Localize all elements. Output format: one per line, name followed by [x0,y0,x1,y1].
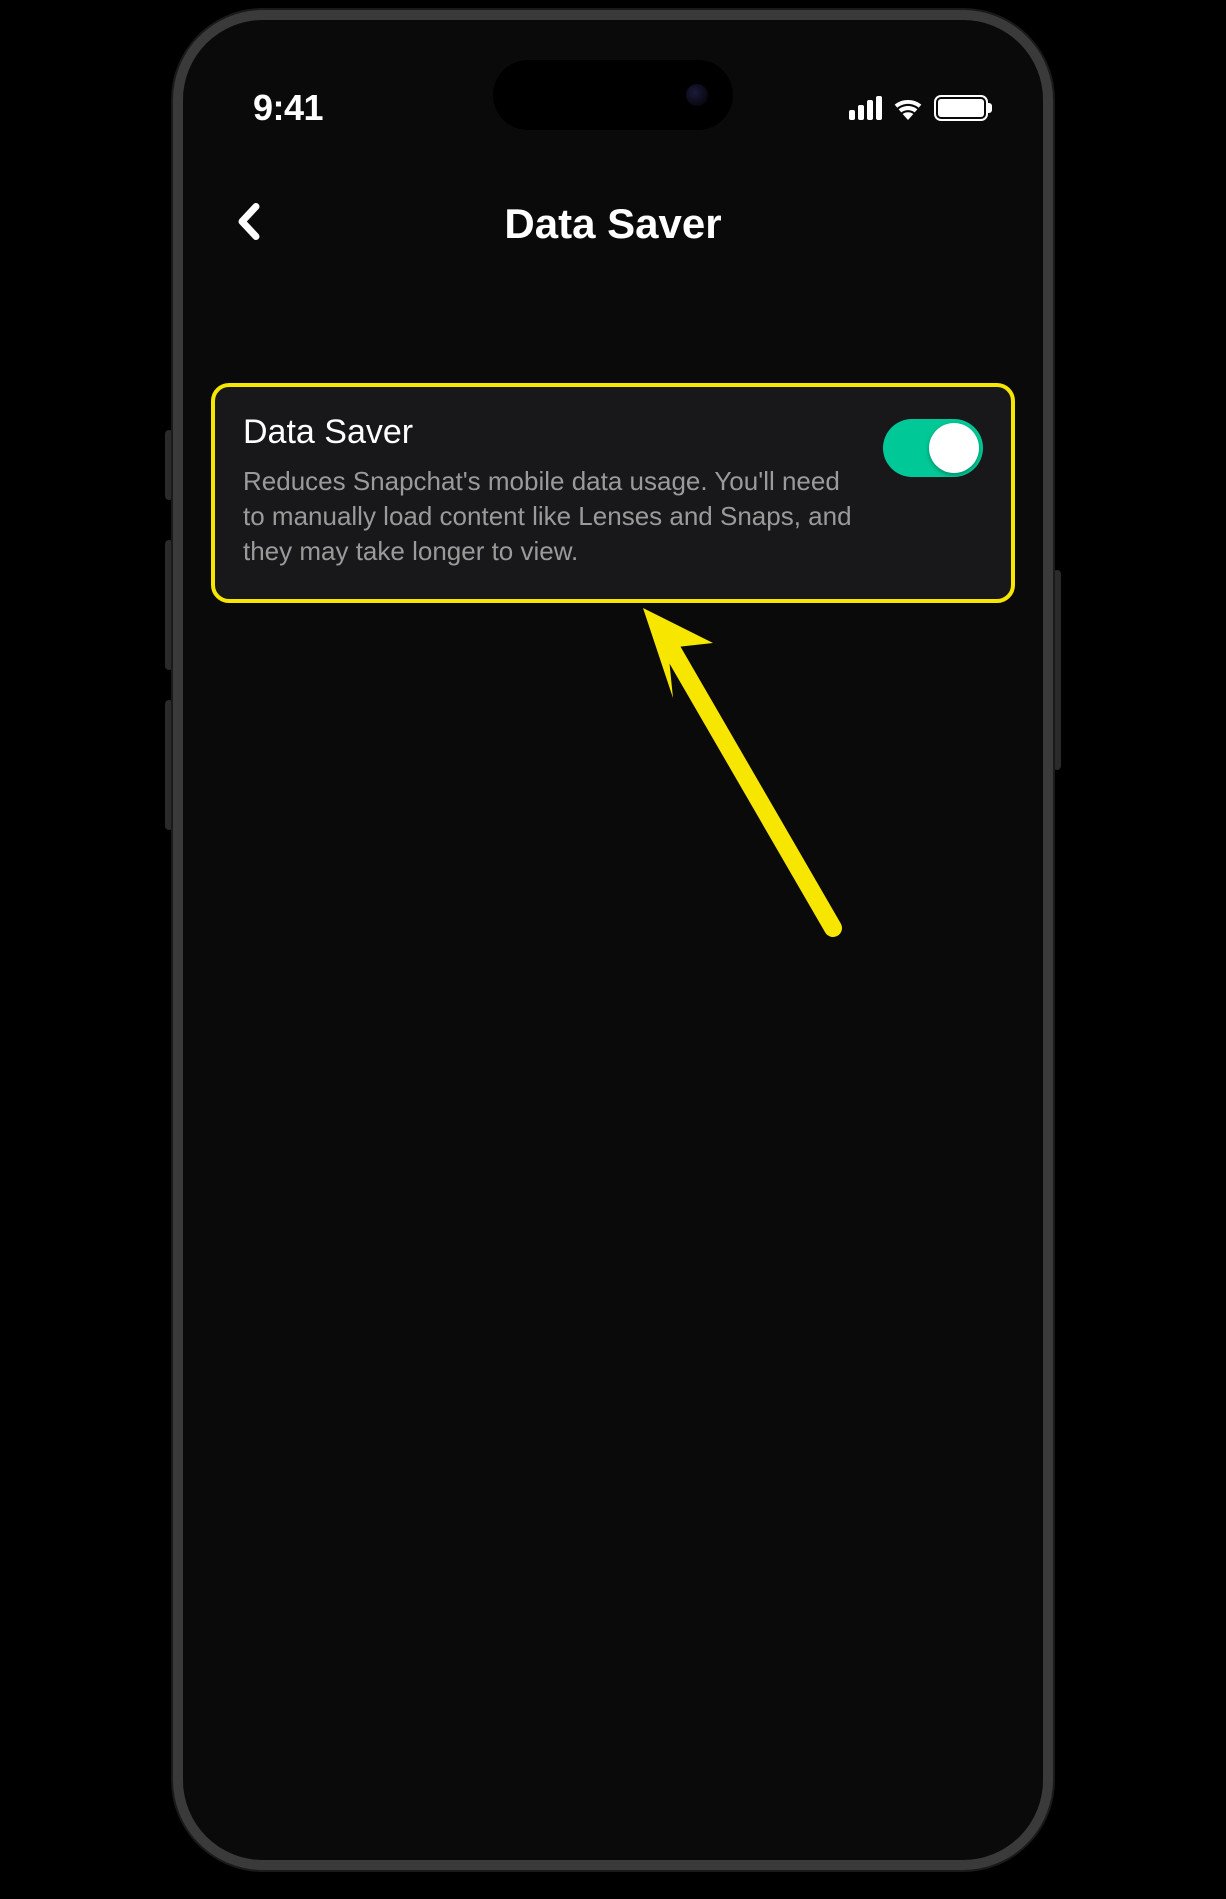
chevron-left-icon [236,203,260,241]
dynamic-island [493,60,733,130]
phone-frame: 9:41 [173,10,1053,1870]
front-camera-icon [686,84,708,106]
data-saver-setting-row[interactable]: Data Saver Reduces Snapchat's mobile dat… [211,383,1015,603]
nav-header: Data Saver [183,140,1043,288]
toggle-knob [929,423,979,473]
cellular-signal-icon [849,96,882,120]
status-icons [849,95,988,121]
data-saver-toggle[interactable] [883,419,983,477]
screen: 9:41 [183,20,1043,1860]
status-time: 9:41 [253,87,323,129]
content-area: Data Saver Reduces Snapchat's mobile dat… [183,288,1043,603]
page-title: Data Saver [504,200,721,248]
setting-description: Reduces Snapchat's mobile data usage. Yo… [243,464,863,569]
wifi-icon [892,96,924,120]
annotation-arrow-icon [613,598,873,998]
battery-icon [934,95,988,121]
setting-title: Data Saver [243,413,863,452]
back-button[interactable] [223,197,273,247]
